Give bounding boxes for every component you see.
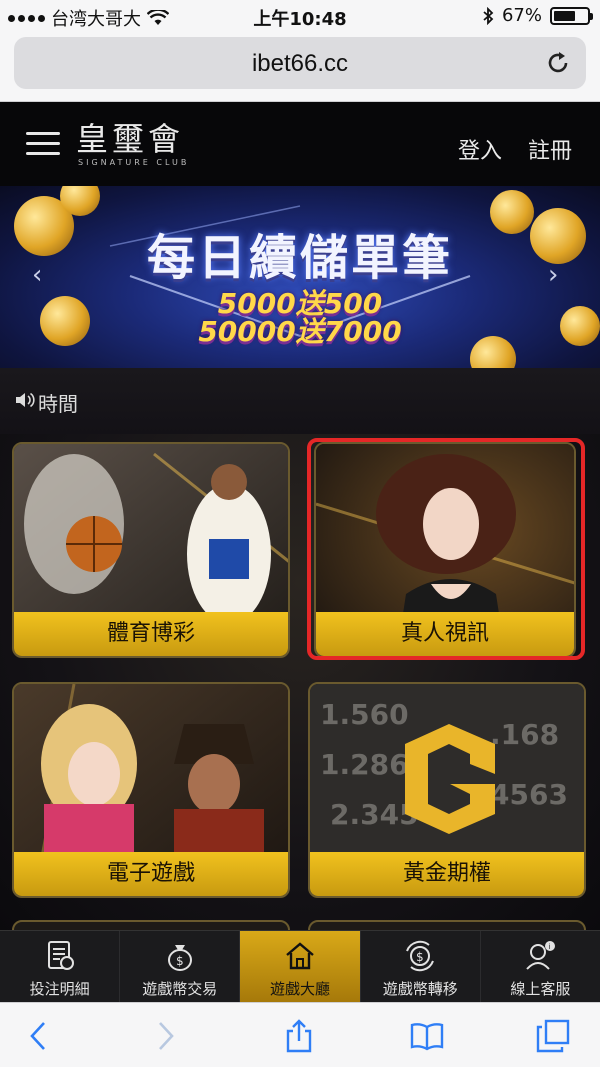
banner-title: 每日續儲單筆: [146, 230, 453, 286]
menu-icon[interactable]: [26, 132, 60, 156]
reload-icon[interactable]: [544, 49, 572, 77]
card-label: 電子遊戲: [14, 852, 288, 896]
home-icon: [286, 942, 314, 970]
tabs-icon[interactable]: [536, 1019, 570, 1053]
transfer-icon: $: [406, 940, 435, 972]
nav-label: 遊戲幣轉移: [382, 980, 458, 998]
svg-text:4563: 4563: [490, 778, 568, 811]
banner-offer-2: 50000送7000: [198, 315, 402, 348]
svg-text:i: i: [549, 943, 551, 951]
svg-text:.168: .168: [490, 718, 559, 751]
selected-highlight: [307, 438, 585, 660]
nav-label: 遊戲幣交易: [142, 980, 218, 998]
game-card-sports[interactable]: 體育博彩: [12, 442, 290, 658]
address-bar[interactable]: ibet66.cc: [14, 37, 586, 89]
status-right: 67%: [482, 5, 593, 26]
game-card-slots[interactable]: 電子遊戲: [12, 682, 290, 898]
nav-customer-service[interactable]: i 線上客服: [481, 931, 600, 1002]
chevron-left-icon[interactable]: ‹: [32, 260, 52, 290]
svg-text:$: $: [176, 954, 184, 968]
nav-label: 投注明細: [29, 980, 90, 998]
bottom-nav: 投注明細 $ 遊戲幣交易 遊戲大廳 $ 遊戲幣轉移 i 線上客服: [0, 930, 600, 1002]
bookmarks-icon[interactable]: [410, 1019, 444, 1053]
marquee-text: 時間: [38, 392, 78, 416]
promo-banner[interactable]: 每日續儲單筆 5000送500 50000送7000 ‹ ›: [0, 186, 600, 368]
nav-label: 遊戲大廳: [270, 980, 331, 998]
battery-percent: 67%: [501, 5, 542, 26]
announcement-marquee[interactable]: 時間: [0, 368, 600, 434]
bluetooth-icon: [483, 6, 494, 25]
game-card-gold-options[interactable]: 1.560 1.286 2.345 .168 4563 黃金期權: [308, 682, 586, 898]
money-bag-icon: $: [167, 945, 192, 971]
login-link[interactable]: 登入: [458, 133, 502, 165]
share-icon[interactable]: [282, 1019, 316, 1053]
svg-text:1.286: 1.286: [320, 748, 409, 781]
browser-toolbar: [0, 1002, 600, 1067]
url-text: ibet66.cc: [251, 50, 349, 77]
svg-text:1.560: 1.560: [320, 698, 409, 731]
nav-bet-details[interactable]: 投注明細: [0, 931, 121, 1002]
chevron-right-icon[interactable]: ›: [548, 260, 568, 290]
nav-coin-trade[interactable]: $ 遊戲幣交易: [120, 931, 241, 1002]
speaker-icon: [16, 392, 35, 408]
nav-label: 線上客服: [510, 980, 571, 998]
card-label: 黃金期權: [310, 852, 584, 896]
support-agent-icon: i: [526, 941, 556, 970]
site-header: 皇璽會 SIGNATURE CLUB 登入 註冊: [0, 102, 600, 186]
register-link[interactable]: 註冊: [528, 133, 572, 165]
receipt-icon: [47, 941, 74, 970]
status-bar: 台湾大哥大 上午10:48 67%: [0, 0, 600, 32]
site-logo[interactable]: 皇璽會 SIGNATURE CLUB: [76, 122, 189, 167]
nav-coin-transfer[interactable]: $ 遊戲幣轉移: [361, 931, 481, 1002]
game-lobby: 體育博彩 真人視訊 電子遊戲 1.560 1.286 2.345 .168 45…: [0, 434, 600, 940]
logo-main: 皇璽會: [76, 120, 185, 158]
back-icon[interactable]: [22, 1019, 56, 1053]
svg-text:$: $: [416, 950, 424, 964]
battery-icon: [550, 6, 593, 25]
forward-icon[interactable]: [148, 1019, 182, 1053]
logo-sub: SIGNATURE CLUB: [78, 158, 190, 167]
nav-game-lobby[interactable]: 遊戲大廳: [240, 931, 361, 1002]
battery-level: [554, 10, 575, 21]
card-label: 體育博彩: [14, 612, 288, 656]
browser-url-area: ibet66.cc: [0, 32, 600, 102]
